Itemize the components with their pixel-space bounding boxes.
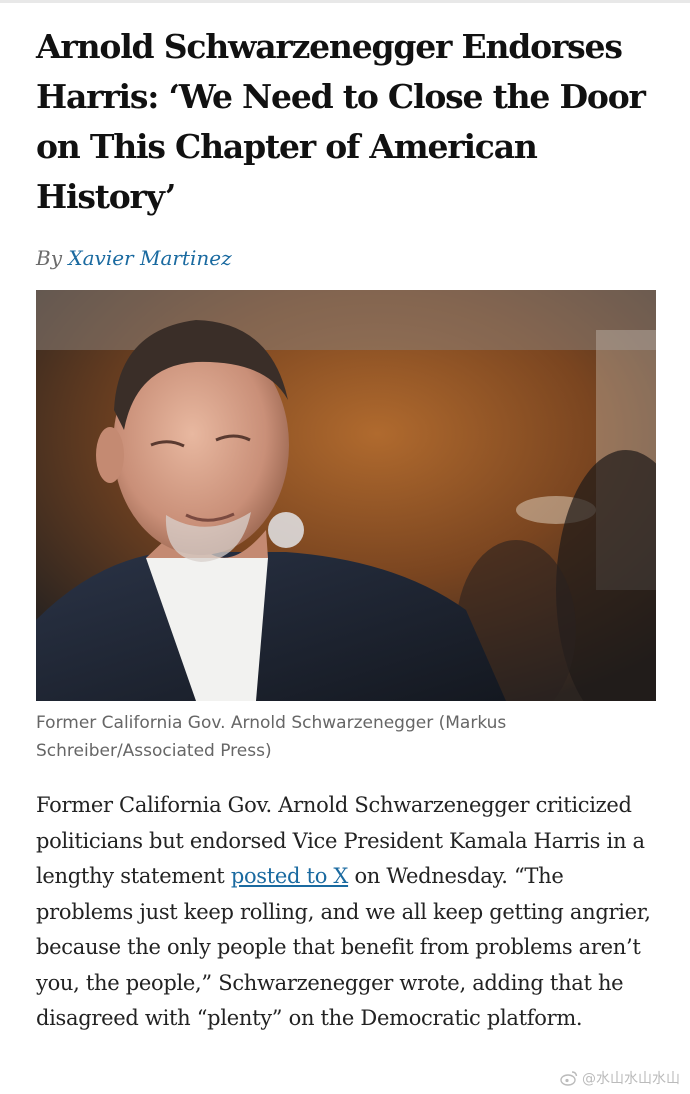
article-photo xyxy=(36,290,656,701)
weibo-icon xyxy=(560,1071,578,1086)
top-divider xyxy=(0,0,690,3)
body-text-part2: on Wednesday. “The problems just keep ro… xyxy=(36,864,651,1030)
photo-caption: Former California Gov. Arnold Schwarzene… xyxy=(36,713,507,761)
posted-to-x-link[interactable]: posted to X xyxy=(231,864,349,888)
byline: By Xavier Martinez xyxy=(36,244,656,272)
article: Arnold Schwarzenegger Endorses Harris: ‘… xyxy=(36,22,656,1058)
watermark: @水山水山水山 xyxy=(560,1068,680,1088)
article-headline: Arnold Schwarzenegger Endorses Harris: ‘… xyxy=(36,27,646,216)
author-link[interactable]: Xavier Martinez xyxy=(68,246,231,270)
byline-prefix: By xyxy=(36,246,62,270)
article-body: Former California Gov. Arnold Schwarzene… xyxy=(36,788,656,1037)
photo-illustration xyxy=(36,290,656,701)
watermark-text: @水山水山水山 xyxy=(582,1071,680,1087)
